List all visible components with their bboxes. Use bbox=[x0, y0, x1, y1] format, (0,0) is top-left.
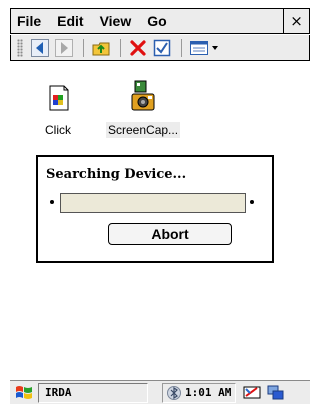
forward-button[interactable] bbox=[53, 38, 75, 58]
bluetooth-icon[interactable] bbox=[167, 385, 181, 401]
menu-file[interactable]: File bbox=[11, 9, 49, 33]
progress-bar bbox=[60, 193, 246, 213]
toolbar-separator bbox=[181, 38, 182, 57]
view-mode-button[interactable] bbox=[188, 38, 222, 58]
delete-button[interactable] bbox=[127, 38, 149, 58]
delete-icon bbox=[130, 39, 146, 56]
screencap-app-label: ScreenCap... bbox=[106, 122, 181, 138]
screencap-app-shortcut[interactable]: ScreenCap... bbox=[106, 80, 181, 138]
input-panel-icon bbox=[267, 385, 284, 399]
forward-icon bbox=[55, 38, 73, 57]
properties-icon bbox=[153, 39, 171, 56]
toolbar bbox=[10, 35, 310, 61]
toolbar-separator bbox=[83, 38, 84, 57]
view-mode-icon bbox=[190, 40, 218, 55]
start-button[interactable] bbox=[12, 382, 36, 404]
system-tray: 1:01 AM bbox=[162, 382, 237, 403]
input-panel-button[interactable] bbox=[266, 383, 286, 403]
click-app-icon bbox=[49, 85, 69, 111]
screencap-app-icon bbox=[131, 80, 155, 111]
windows-flag-icon bbox=[16, 385, 32, 399]
menu-go[interactable]: Go bbox=[139, 9, 174, 33]
progress-left-marker bbox=[50, 200, 54, 204]
sync-icon bbox=[243, 386, 261, 398]
close-button[interactable]: × bbox=[283, 9, 309, 33]
toolbar-separator bbox=[120, 38, 121, 57]
back-button[interactable] bbox=[29, 38, 51, 58]
up-folder-icon bbox=[92, 42, 110, 55]
progress-right-marker bbox=[250, 200, 254, 204]
close-icon: × bbox=[290, 12, 303, 30]
abort-button[interactable]: Abort bbox=[108, 223, 232, 245]
searching-device-dialog: Searching Device... Abort bbox=[36, 155, 274, 263]
toolbar-grip[interactable] bbox=[17, 38, 23, 57]
up-folder-button[interactable] bbox=[90, 38, 112, 58]
taskbar-item-irda[interactable]: IRDA bbox=[38, 382, 148, 403]
sync-button[interactable] bbox=[242, 383, 262, 403]
back-icon bbox=[31, 38, 49, 57]
click-app-shortcut[interactable]: Click bbox=[43, 84, 73, 138]
click-app-label: Click bbox=[45, 123, 71, 137]
clock[interactable]: 1:01 AM bbox=[185, 386, 231, 399]
dialog-title: Searching Device... bbox=[46, 167, 187, 182]
properties-button[interactable] bbox=[151, 38, 173, 58]
menu-edit[interactable]: Edit bbox=[49, 9, 91, 33]
menu-bar: File Edit View Go × bbox=[10, 8, 310, 34]
menu-view[interactable]: View bbox=[92, 9, 140, 33]
taskbar: IRDA 1:01 AM bbox=[10, 380, 310, 404]
